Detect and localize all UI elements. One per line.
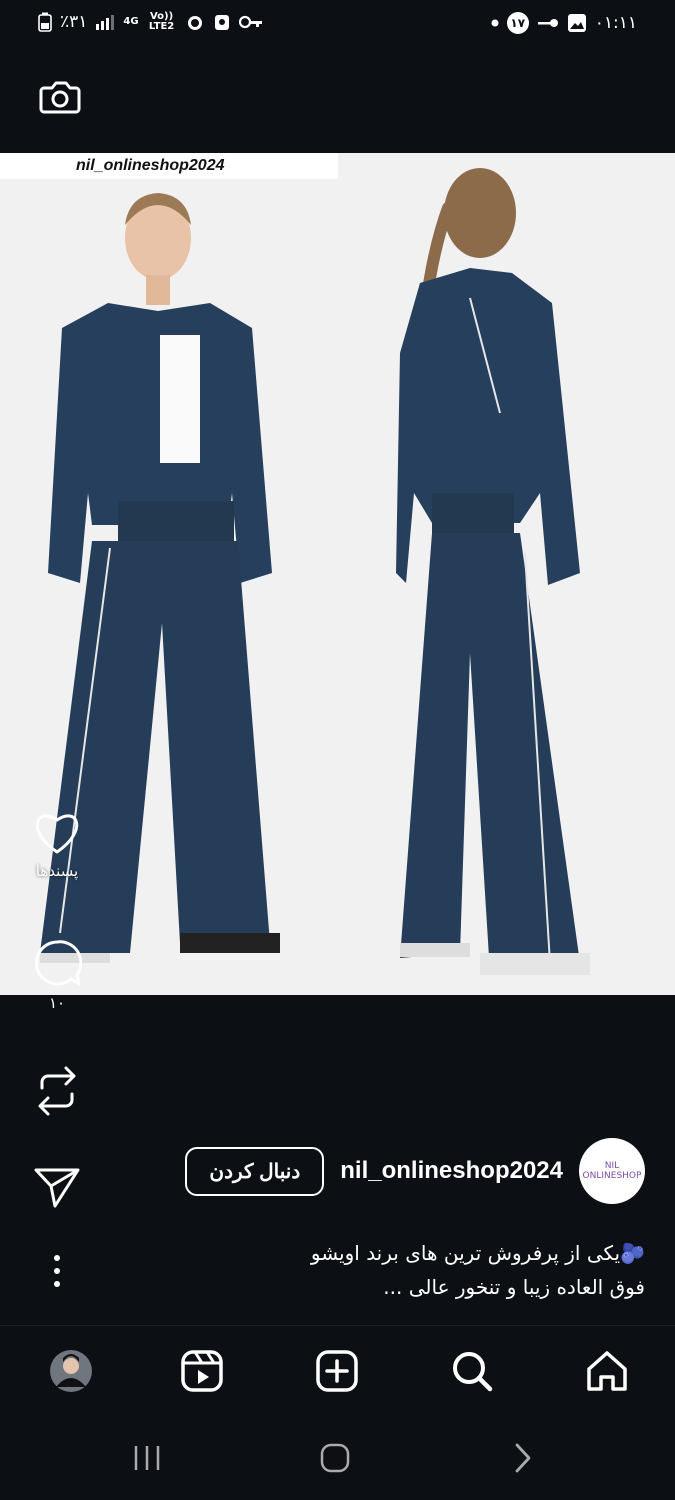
home-circle-icon (320, 1443, 350, 1473)
post-caption[interactable]: 🫐یکی از پرفروش ترین های برند اویشو فوق ا… (125, 1236, 645, 1304)
nav-search[interactable] (447, 1346, 497, 1396)
send-icon (34, 1168, 80, 1208)
comment-count: ۱۰ (48, 994, 66, 1012)
system-navigation (0, 1413, 675, 1500)
username[interactable]: nil_onlineshop2024 (340, 1157, 563, 1185)
volte-indicator: Vo)) LTE2 (148, 11, 175, 32)
camera-button[interactable] (38, 74, 82, 118)
add-post-icon (316, 1350, 358, 1392)
alarm-icon (187, 16, 202, 30)
status-bar: ٪۳۱ 4G Vo)) LTE2 ۰۱:۱۱ ۱۷ (0, 0, 675, 52)
recents-icon (134, 1446, 160, 1470)
nav-create[interactable] (312, 1346, 362, 1396)
reels-icon (181, 1350, 223, 1392)
profile-avatar-icon (50, 1350, 92, 1392)
avatar-logo-text: NIL ONLINESHOP (582, 1161, 642, 1181)
caption-line-2: فوق العاده زیبا و تنخور عالی ... (383, 1275, 645, 1299)
post-author-row: دنبال کردن nil_onlineshop2024 NIL ONLINE… (185, 1138, 645, 1204)
status-right: ۰۱:۱۱ ۱۷ (491, 12, 637, 34)
likes-label: پسندها (35, 862, 79, 880)
comment-button[interactable]: ۱۰ (30, 938, 84, 1012)
notification-badge: ۱۷ (506, 12, 529, 34)
repost-icon (38, 1066, 76, 1116)
like-button[interactable]: پسندها (30, 810, 84, 880)
battery-percent: ٪۳۱ (60, 12, 88, 32)
bottom-navigation (0, 1325, 675, 1414)
caption-line-1: 🫐یکی از پرفروش ترین های برند اویشو (310, 1241, 645, 1265)
recent-apps-button[interactable] (122, 1433, 172, 1483)
gallery-icon (567, 14, 586, 32)
home-icon (587, 1351, 627, 1391)
repost-button[interactable] (30, 1064, 84, 1118)
product-photo (40, 168, 590, 975)
search-icon (453, 1352, 493, 1392)
signal-icon (96, 15, 115, 30)
key-icon (537, 19, 558, 27)
battery-icon (38, 12, 52, 32)
more-options-button[interactable] (30, 1254, 84, 1288)
home-system-button[interactable] (310, 1433, 360, 1483)
status-left: ٪۳۱ 4G Vo)) LTE2 (38, 12, 263, 32)
chevron-right-icon (515, 1443, 531, 1473)
dot-icon (491, 19, 499, 27)
camera-icon (39, 81, 81, 114)
comment-icon (34, 940, 82, 986)
post-image[interactable]: nil_onlineshop2024 (0, 153, 675, 995)
nav-home[interactable] (582, 1346, 632, 1396)
share-button[interactable] (30, 1164, 84, 1210)
follow-button[interactable]: دنبال کردن (185, 1146, 325, 1196)
network-type: 4G (123, 16, 139, 27)
nav-reels[interactable] (177, 1346, 227, 1396)
avatar[interactable]: NIL ONLINESHOP (579, 1138, 645, 1204)
clock: ۰۱:۱۱ (594, 13, 637, 33)
security-icon (214, 15, 229, 30)
back-button[interactable] (498, 1433, 548, 1483)
vpn-key-icon (238, 15, 262, 29)
heart-icon (35, 814, 79, 854)
nav-profile[interactable] (46, 1346, 96, 1396)
more-vertical-icon (54, 1255, 60, 1287)
